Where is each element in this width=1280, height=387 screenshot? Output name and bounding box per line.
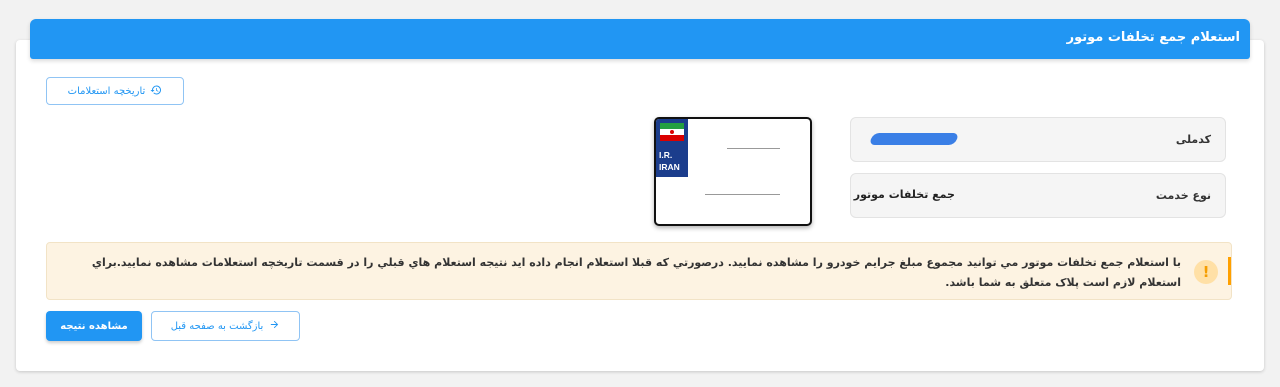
license-plate: I.R. IRAN <box>654 117 812 226</box>
service-type-label: نوع خدمت <box>1155 189 1211 202</box>
plate-number-slot-2 <box>705 194 780 195</box>
view-result-button[interactable]: مشاهده نتيجه <box>46 311 142 341</box>
back-button[interactable]: بازگشت به صفحه قبل <box>151 311 300 341</box>
page-title: استعلام جمع تخلفات موتور <box>1066 30 1240 45</box>
redacted-value <box>868 133 960 145</box>
plate-country-line2: IRAN <box>659 162 680 172</box>
arrow-right-icon <box>269 319 280 333</box>
plate-country-strip: I.R. IRAN <box>656 119 688 177</box>
history-button[interactable]: تاريخچه استعلامات <box>46 77 184 105</box>
service-type-value: جمع تخلفات موتور <box>853 188 955 201</box>
page-header: استعلام جمع تخلفات موتور <box>30 19 1250 59</box>
info-alert: ! با استعلام جمع تخلفات موتور مي توانيد … <box>46 242 1232 300</box>
history-icon <box>150 84 162 99</box>
alert-accent-bar <box>1228 257 1231 285</box>
national-code-label: کدملی <box>1175 133 1211 146</box>
back-button-label: بازگشت به صفحه قبل <box>170 320 264 332</box>
plate-country-line1: I.R. <box>659 150 673 160</box>
service-type-field: نوع خدمت جمع تخلفات موتور <box>850 173 1226 218</box>
iran-flag-icon <box>660 123 684 141</box>
national-code-field[interactable]: کدملی <box>850 117 1226 162</box>
alert-text: با استعلام جمع تخلفات موتور مي توانيد مج… <box>91 256 1181 289</box>
history-button-label: تاريخچه استعلامات <box>67 85 146 97</box>
exclamation-icon: ! <box>1194 260 1218 284</box>
plate-number-slot-1 <box>727 148 780 149</box>
